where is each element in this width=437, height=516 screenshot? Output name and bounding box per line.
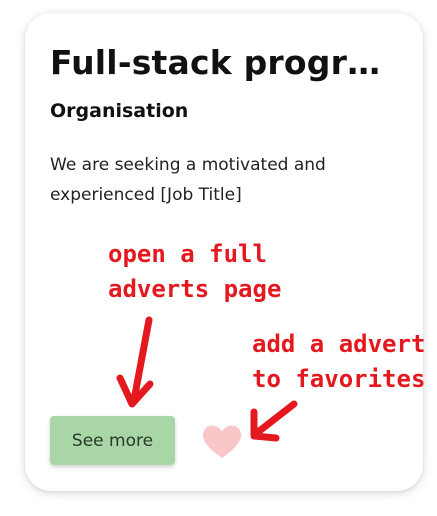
annotation-open-page-line2: adverts page: [108, 275, 282, 303]
job-title: Full-stack progra...: [50, 43, 390, 82]
job-description: We are seeking a motivated and experienc…: [50, 155, 326, 205]
stage: Full-stack progra... Organisation We are…: [0, 0, 437, 516]
organisation-name: Organisation: [50, 100, 189, 122]
heart-icon[interactable]: [201, 424, 243, 460]
annotation-favorite-line1: add a advert: [252, 330, 426, 358]
annotation-open-page-line1: open a full: [108, 240, 267, 268]
see-more-button[interactable]: See more: [50, 416, 175, 465]
annotation-favorite-line2: to favorites: [252, 365, 426, 393]
